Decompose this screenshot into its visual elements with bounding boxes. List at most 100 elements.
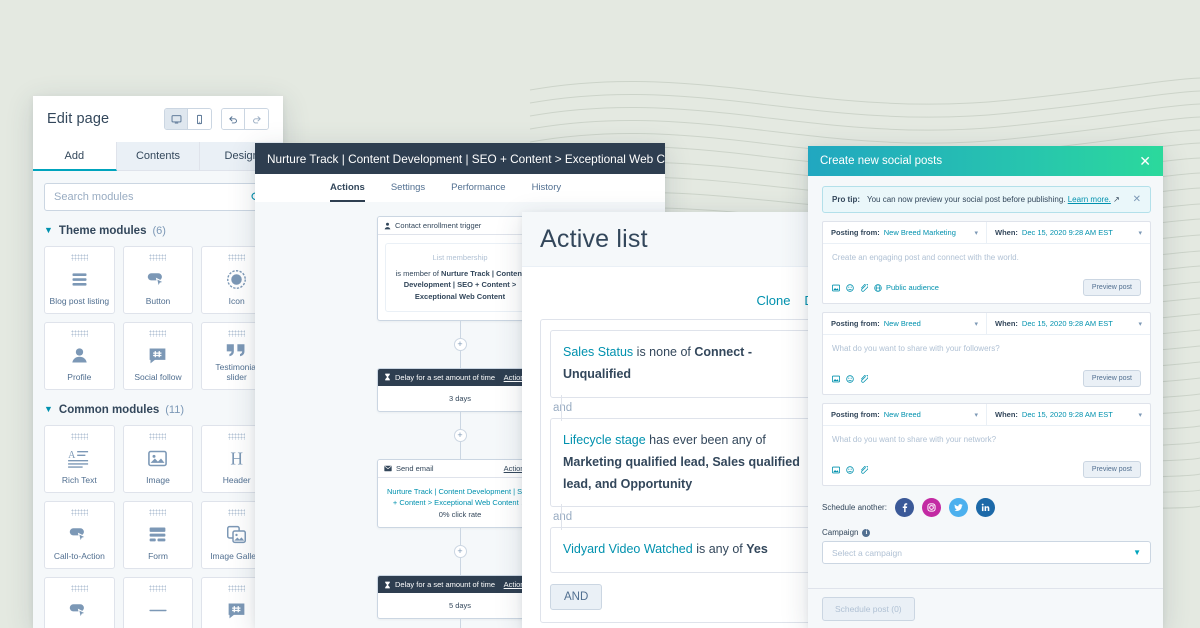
chevron-down-icon[interactable]: ▾ — [974, 229, 978, 237]
external-link-icon[interactable]: ↗ — [1113, 195, 1120, 204]
drag-handle-icon[interactable] — [70, 330, 88, 337]
drag-handle-icon[interactable] — [228, 254, 246, 261]
schedule-another-label: Schedule another: — [822, 503, 887, 512]
step-header-label: Delay for a set amount of time — [395, 580, 496, 589]
drag-handle-icon[interactable] — [228, 509, 246, 516]
when-select[interactable]: When: Dec 15, 2020 9:28 AM EST ▾ — [987, 222, 1150, 243]
posting-from-select[interactable]: Posting from: New Breed ▾ — [823, 313, 987, 334]
social-post-card[interactable]: Posting from: New Breed ▾ When: Dec 15, … — [822, 312, 1151, 395]
tab-add[interactable]: Add — [33, 142, 117, 171]
post-text-input[interactable]: Create an engaging post and connect with… — [823, 244, 1150, 274]
instagram-icon[interactable] — [921, 498, 941, 517]
image-icon[interactable] — [832, 375, 840, 383]
section-common-modules[interactable]: ▼ Common modules (11) — [44, 404, 272, 416]
undo-button[interactable] — [222, 109, 245, 129]
twitter-icon[interactable] — [948, 498, 968, 517]
drag-handle-icon[interactable] — [228, 433, 246, 440]
emoji-icon[interactable] — [846, 283, 854, 292]
filter-row[interactable]: Sales Status is none of Connect - Unqual… — [550, 330, 832, 398]
post-text-input[interactable]: What do you want to share with your netw… — [823, 426, 1150, 456]
drag-handle-icon[interactable] — [70, 254, 88, 261]
audience-selector[interactable]: Public audience — [874, 283, 939, 292]
chevron-down-icon[interactable]: ▾ — [974, 411, 978, 419]
email-name-link[interactable]: Nurture Track | Content Development | SE… — [385, 486, 535, 509]
facebook-icon[interactable] — [894, 498, 914, 517]
module-card[interactable]: Blog post listing — [44, 246, 115, 314]
mobile-view-button[interactable] — [188, 109, 211, 129]
redo-button[interactable] — [245, 109, 268, 129]
tab-contents[interactable]: Contents — [116, 142, 201, 170]
emoji-icon[interactable] — [846, 465, 854, 474]
schedule-post-button[interactable]: Schedule post (0) — [822, 596, 915, 621]
module-card[interactable]: Social follow — [122, 322, 194, 390]
close-icon[interactable]: ✕ — [1139, 153, 1151, 170]
module-card[interactable]: Profile — [44, 322, 115, 390]
clone-button[interactable]: Clone — [756, 293, 790, 308]
module-card[interactable]: Image — [122, 425, 194, 493]
filter-property[interactable]: Lifecycle stage — [563, 433, 646, 447]
posting-from-select[interactable]: Posting from: New Breed ▾ — [823, 404, 987, 425]
link-icon[interactable] — [860, 374, 868, 383]
link-icon[interactable] — [860, 283, 868, 292]
workflow-step-card[interactable]: Delay for a set amount of time Actions ▾… — [377, 575, 543, 619]
chevron-down-icon[interactable]: ▾ — [1138, 320, 1142, 328]
drag-handle-icon[interactable] — [70, 585, 88, 592]
add-action-button[interactable]: + — [453, 337, 467, 351]
filter-property[interactable]: Sales Status — [563, 345, 633, 359]
section-theme-modules[interactable]: ▼ Theme modules (6) — [44, 225, 272, 237]
learn-more-link[interactable]: Learn more. — [1068, 195, 1111, 204]
filter-property[interactable]: Vidyard Video Watched — [563, 542, 693, 556]
chevron-down-icon[interactable]: ▾ — [1138, 411, 1142, 419]
drag-handle-icon[interactable] — [149, 585, 167, 592]
preview-post-button[interactable]: Preview post — [1082, 279, 1141, 296]
workflow-step-card[interactable]: Delay for a set amount of time Actions ▾… — [377, 367, 543, 412]
image-icon[interactable] — [832, 284, 840, 292]
filter-row[interactable]: Lifecycle stage has ever been any of Mar… — [550, 417, 832, 508]
preview-post-button[interactable]: Preview post — [1082, 370, 1141, 387]
add-action-button[interactable]: + — [453, 428, 467, 442]
when-select[interactable]: When: Dec 15, 2020 9:28 AM EST ▾ — [987, 313, 1150, 334]
drag-handle-icon[interactable] — [70, 433, 88, 440]
module-card[interactable]: Divider — [122, 577, 194, 628]
close-icon[interactable]: ✕ — [1133, 194, 1141, 205]
image-icon[interactable] — [832, 466, 840, 474]
tab-performance[interactable]: Performance — [451, 174, 505, 202]
drag-handle-icon[interactable] — [149, 509, 167, 516]
tab-settings[interactable]: Settings — [391, 174, 425, 202]
info-icon[interactable]: i — [862, 528, 871, 537]
module-card[interactable]: Call-to-Action — [44, 501, 115, 569]
tab-history[interactable]: History — [532, 174, 562, 202]
add-action-button[interactable]: + — [453, 545, 467, 558]
link-icon[interactable] — [860, 465, 868, 474]
module-card[interactable]: Button — [44, 577, 115, 628]
drag-handle-icon[interactable] — [228, 330, 246, 337]
and-button[interactable]: AND — [550, 584, 603, 611]
posting-from-select[interactable]: Posting from: New Breed Marketing ▾ — [823, 222, 987, 243]
drag-handle-icon[interactable] — [228, 585, 246, 592]
workflow-step-card[interactable]: Send email Actions ▾ Nurture Track | Con… — [377, 458, 543, 528]
desktop-view-button[interactable] — [165, 109, 188, 129]
post-text-input[interactable]: What do you want to share with your foll… — [823, 335, 1150, 365]
campaign-select[interactable]: Select a campaign ▼ — [822, 541, 1151, 564]
module-card[interactable]: A Rich Text — [44, 425, 115, 493]
workflow-trigger-card[interactable]: Contact enrollment trigger List membersh… — [377, 216, 543, 321]
drag-handle-icon[interactable] — [149, 254, 167, 261]
drag-handle-icon[interactable] — [70, 509, 88, 516]
linkedin-icon[interactable] — [975, 498, 995, 517]
search-input[interactable] — [54, 191, 250, 203]
social-post-card[interactable]: Posting from: New Breed ▾ When: Dec 15, … — [822, 403, 1151, 486]
emoji-icon[interactable] — [846, 374, 854, 383]
drag-handle-icon[interactable] — [149, 433, 167, 440]
chevron-down-icon[interactable]: ▼ — [1133, 548, 1141, 557]
search-modules-field[interactable] — [44, 183, 272, 211]
module-card[interactable]: Form — [122, 501, 194, 569]
social-post-card[interactable]: Posting from: New Breed Marketing ▾ When… — [822, 221, 1151, 304]
module-card[interactable]: Button — [122, 246, 194, 314]
tab-actions[interactable]: Actions — [330, 174, 365, 202]
when-select[interactable]: When: Dec 15, 2020 9:28 AM EST ▾ — [987, 404, 1150, 425]
chevron-down-icon[interactable]: ▾ — [974, 320, 978, 328]
drag-handle-icon[interactable] — [149, 330, 167, 337]
chevron-down-icon[interactable]: ▾ — [1138, 229, 1142, 237]
preview-post-button[interactable]: Preview post — [1082, 461, 1141, 478]
filter-row[interactable]: Vidyard Video Watched is any of Yes — [550, 527, 832, 574]
